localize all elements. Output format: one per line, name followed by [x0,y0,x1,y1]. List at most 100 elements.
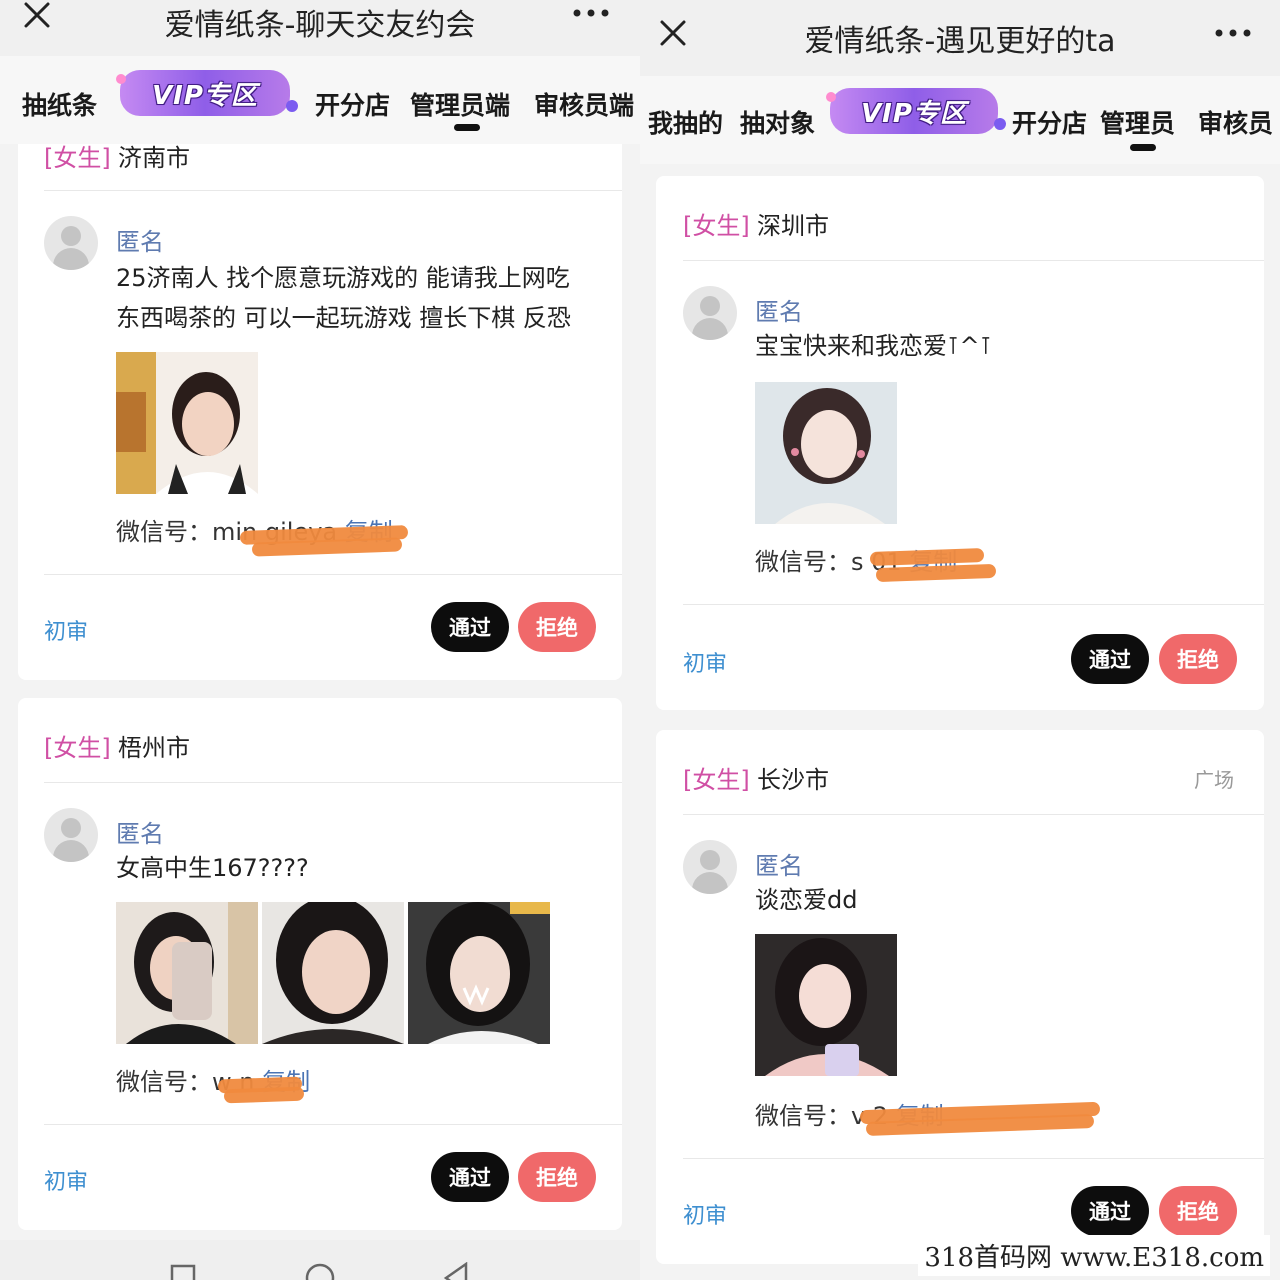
post-text-line: 25济南人 找个愿意玩游戏的 能请我上网吃 [116,264,570,292]
post-photo[interactable] [262,902,404,1044]
review-status: 初审 [683,652,728,677]
redaction-mark [223,1086,305,1104]
tab-draw-partner[interactable]: 抽对象 [740,104,815,140]
reject-button[interactable]: 拒绝 [518,602,596,652]
post-text: 女高中生167???? [116,854,309,882]
gender-tag: [女生] [683,212,750,240]
photo-image [408,902,550,1044]
tab-draw-note[interactable]: 抽纸条 [22,86,97,122]
divider [44,1124,622,1125]
tab-open-branch[interactable]: 开分店 [315,86,390,122]
active-tab-indicator [1130,144,1156,151]
page-title: 爱情纸条-遇见更好的ta [804,24,1116,59]
vip-label: VIP专区 [152,80,258,111]
decor-dot [826,92,836,102]
gender-tag: [女生] [44,734,111,762]
avatar-placeholder-icon [44,808,98,862]
back-icon[interactable] [440,1262,470,1280]
review-card: [女生] 长沙市 广场 匿名 谈恋爱dd 微信号：v 2 复制 初审 [656,730,1264,1264]
approve-button[interactable]: 通过 [431,602,509,652]
avatar-placeholder-icon [683,840,737,894]
author-name: 匿名 [116,228,164,256]
right-screen: 爱情纸条-遇见更好的ta 我抽的 抽对象 VIP专区 开分店 管理员 审核员 [… [640,0,1280,1280]
more-icon[interactable] [1214,28,1254,38]
recent-apps-icon[interactable] [170,1264,196,1280]
author-name: 匿名 [755,852,803,880]
tab-admin[interactable]: 管理员端 [410,86,510,122]
review-card: [女生] 深圳市 匿名 宝宝快来和我恋爱⊺^⊺ 微信号：s 01 复制 初审 通… [656,176,1264,710]
tab-bar: 我抽的 抽对象 VIP专区 开分店 管理员 审核员 [640,76,1280,164]
post-text: 宝宝快来和我恋爱⊺^⊺ [755,332,993,360]
photo-image [116,902,258,1044]
photo-image [262,902,404,1044]
review-status: 初审 [44,1170,89,1195]
page-title: 爱情纸条-聊天交友约会 [164,8,476,43]
divider [683,814,1264,815]
plaza-tag[interactable]: 广场 [1194,764,1234,793]
left-screen: 爱情纸条-聊天交友约会 抽纸条 VIP专区 开分店 管理员端 审核员端 [女生]… [0,0,640,1280]
active-tab-indicator [454,124,480,131]
wechat-label: 微信号： [755,1102,851,1130]
decor-dot [286,100,298,112]
avatar-placeholder-icon [44,216,98,270]
redaction-mark [875,563,997,583]
reject-button[interactable]: 拒绝 [518,1152,596,1202]
decor-dot [116,74,126,84]
tab-bar: 抽纸条 VIP专区 开分店 管理员端 审核员端 [0,56,640,144]
tab-reviewer[interactable]: 审核员 [1198,104,1273,140]
post-photo[interactable] [755,934,897,1076]
home-icon[interactable] [304,1262,336,1280]
author-name: 匿名 [116,820,164,848]
reject-button[interactable]: 拒绝 [1159,634,1237,684]
post-photo[interactable] [408,902,550,1044]
city-label: 济南市 [118,144,190,172]
system-nav-bar [0,1240,640,1280]
divider [44,574,622,575]
approve-button[interactable]: 通过 [1071,1186,1149,1236]
post-photo[interactable] [116,902,258,1044]
city-label: 梧州市 [118,734,190,762]
divider [44,782,622,783]
wechat-label: 微信号： [116,518,212,546]
post-photo[interactable] [755,382,897,524]
vip-zone-tab[interactable]: VIP专区 [826,88,1006,134]
reject-button[interactable]: 拒绝 [1159,1186,1237,1236]
approve-button[interactable]: 通过 [1071,634,1149,684]
photo-image [116,352,258,494]
review-card: [女生] 梧州市 匿名 女高中生167???? 微信号： 初审 通过 拒绝 [18,698,622,1230]
post-text: 25济南人 找个愿意玩游戏的 能请我上网吃 东西喝茶的 可以一起玩游戏 擅长下棋… [116,258,606,338]
post-text: 谈恋爱dd [755,886,858,914]
divider [683,1158,1264,1159]
gender-tag: [女生] [44,144,111,172]
city-label: 深圳市 [757,212,829,240]
more-icon[interactable] [572,8,612,18]
vip-zone-tab[interactable]: VIP专区 [116,70,298,116]
decor-dot [994,118,1006,130]
city-label: 长沙市 [757,766,829,794]
post-photo[interactable] [116,352,258,494]
approve-button[interactable]: 通过 [431,1152,509,1202]
divider [683,604,1264,605]
author-name: 匿名 [755,298,803,326]
tab-open-branch[interactable]: 开分店 [1012,104,1087,140]
site-watermark: 318首码网 www.E318.com [918,1235,1270,1276]
review-status: 初审 [44,620,89,645]
vip-label: VIP专区 [861,98,967,129]
gender-tag: [女生] [683,766,750,794]
divider [44,190,622,191]
review-status: 初审 [683,1204,728,1229]
avatar-placeholder-icon [683,286,737,340]
tab-my-draws[interactable]: 我抽的 [648,104,723,140]
divider [683,260,1264,261]
redaction-mark [869,548,985,566]
title-bar: 爱情纸条-遇见更好的ta [640,0,1280,76]
post-text-line: 东西喝茶的 可以一起玩游戏 擅长下棋 反恐 [116,304,571,332]
photo-image [755,934,897,1076]
photo-image [755,382,897,524]
tab-reviewer[interactable]: 审核员端 [534,86,634,122]
tab-admin[interactable]: 管理员 [1100,104,1175,140]
review-card: [女生] 济南市 匿名 25济南人 找个愿意玩游戏的 能请我上网吃 东西喝茶的 … [18,144,622,680]
wechat-label: 微信号： [755,548,851,576]
wechat-label: 微信号： [116,1068,212,1096]
title-bar: 爱情纸条-聊天交友约会 [0,0,640,56]
